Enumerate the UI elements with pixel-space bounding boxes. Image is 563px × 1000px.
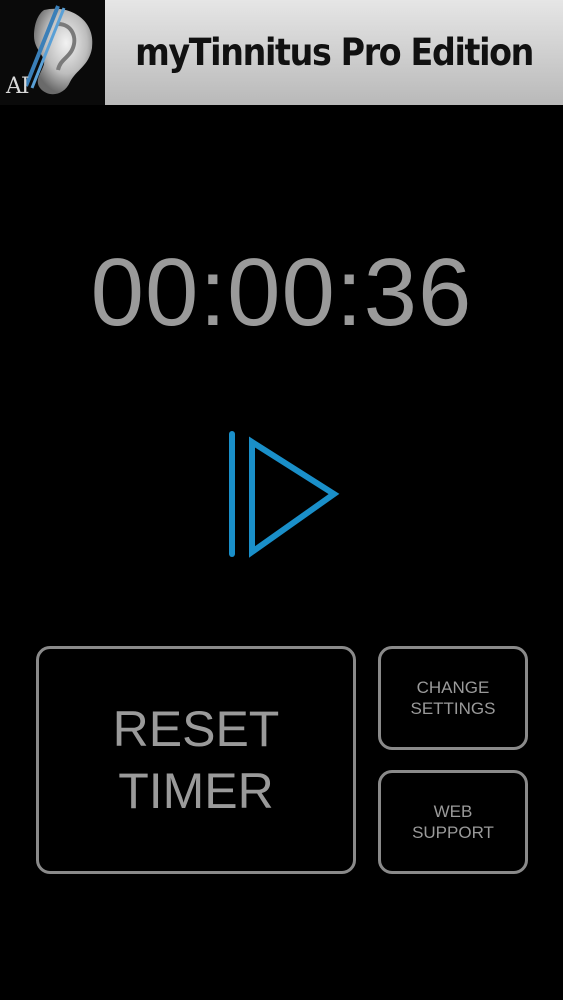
change-settings-label: CHANGE SETTINGS <box>410 678 496 718</box>
play-pause-icon <box>229 431 340 558</box>
play-pause-button[interactable] <box>222 428 344 560</box>
web-support-button[interactable]: WEB SUPPORT <box>378 770 528 874</box>
reset-timer-button[interactable]: RESET TIMER <box>36 646 356 874</box>
logo-text: AI <box>6 74 30 99</box>
app-title: myTinnitus Pro Edition <box>135 31 534 74</box>
app-logo: AI <box>0 0 105 105</box>
app-header: AI myTinnitus Pro Edition <box>0 0 563 105</box>
change-settings-button[interactable]: CHANGE SETTINGS <box>378 646 528 750</box>
reset-timer-label: RESET TIMER <box>112 701 280 819</box>
title-bar: myTinnitus Pro Edition <box>105 0 563 105</box>
timer-display: 00:00:36 <box>90 239 473 346</box>
web-support-label: WEB SUPPORT <box>412 802 494 842</box>
